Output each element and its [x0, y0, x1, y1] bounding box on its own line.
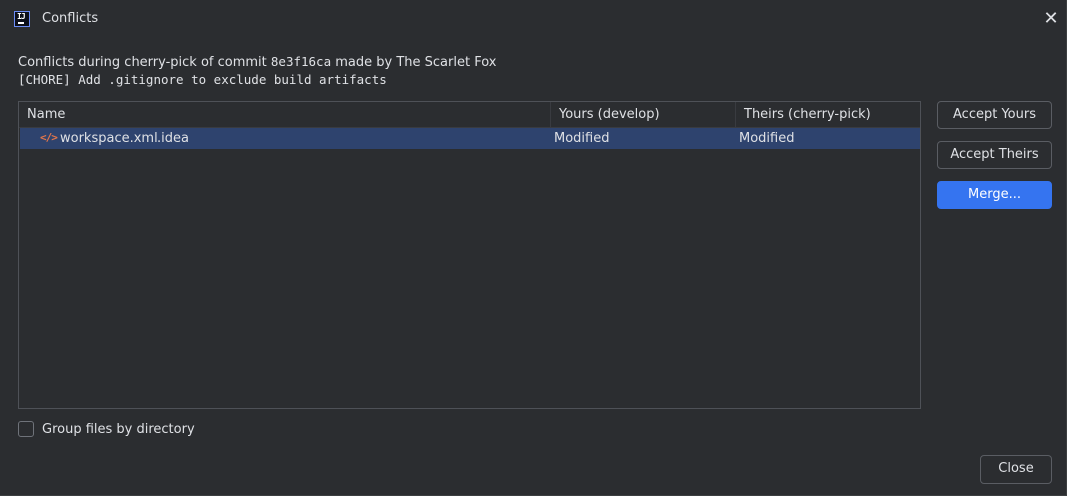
- column-header-name[interactable]: Name: [19, 102, 551, 127]
- accept-yours-button[interactable]: Accept Yours: [937, 101, 1052, 129]
- description-suffix: made by The Scarlet Fox: [331, 55, 497, 70]
- accept-theirs-button[interactable]: Accept Theirs: [937, 141, 1052, 169]
- theirs-status: Modified: [739, 131, 795, 146]
- group-by-directory-checkbox[interactable]: [18, 421, 34, 437]
- file-name: workspace.xml: [60, 131, 158, 146]
- column-header-theirs[interactable]: Theirs (cherry-pick): [735, 102, 920, 127]
- close-button[interactable]: Close: [980, 455, 1052, 484]
- xml-file-icon: </>: [40, 131, 58, 144]
- commit-message: [CHORE] Add .gitignore to exclude build …: [18, 72, 387, 87]
- conflicts-table: Name Yours (develop) Theirs (cherry-pick…: [18, 101, 921, 409]
- yours-status: Modified: [554, 131, 610, 146]
- intellij-icon: IJ: [14, 11, 30, 27]
- commit-hash: 8e3f16ca: [270, 54, 332, 69]
- merge-button[interactable]: Merge...: [937, 181, 1052, 209]
- conflicts-dialog: IJ Conflicts ✕ Conflicts during cherry-p…: [0, 0, 1067, 496]
- column-header-yours[interactable]: Yours (develop): [550, 102, 735, 127]
- table-row[interactable]: </> workspace.xml .idea Modified Modifie…: [20, 128, 920, 149]
- table-header: Name Yours (develop) Theirs (cherry-pick…: [19, 102, 920, 128]
- window-title: Conflicts: [42, 11, 99, 26]
- conflict-description: Conflicts during cherry-pick of commit 8…: [18, 54, 496, 70]
- description-prefix: Conflicts during cherry-pick of commit: [18, 55, 271, 70]
- file-path: .idea: [157, 131, 189, 146]
- group-by-directory-label[interactable]: Group files by directory: [42, 421, 195, 438]
- close-icon[interactable]: ✕: [1041, 9, 1061, 29]
- title-bar: IJ Conflicts ✕: [0, 0, 1067, 38]
